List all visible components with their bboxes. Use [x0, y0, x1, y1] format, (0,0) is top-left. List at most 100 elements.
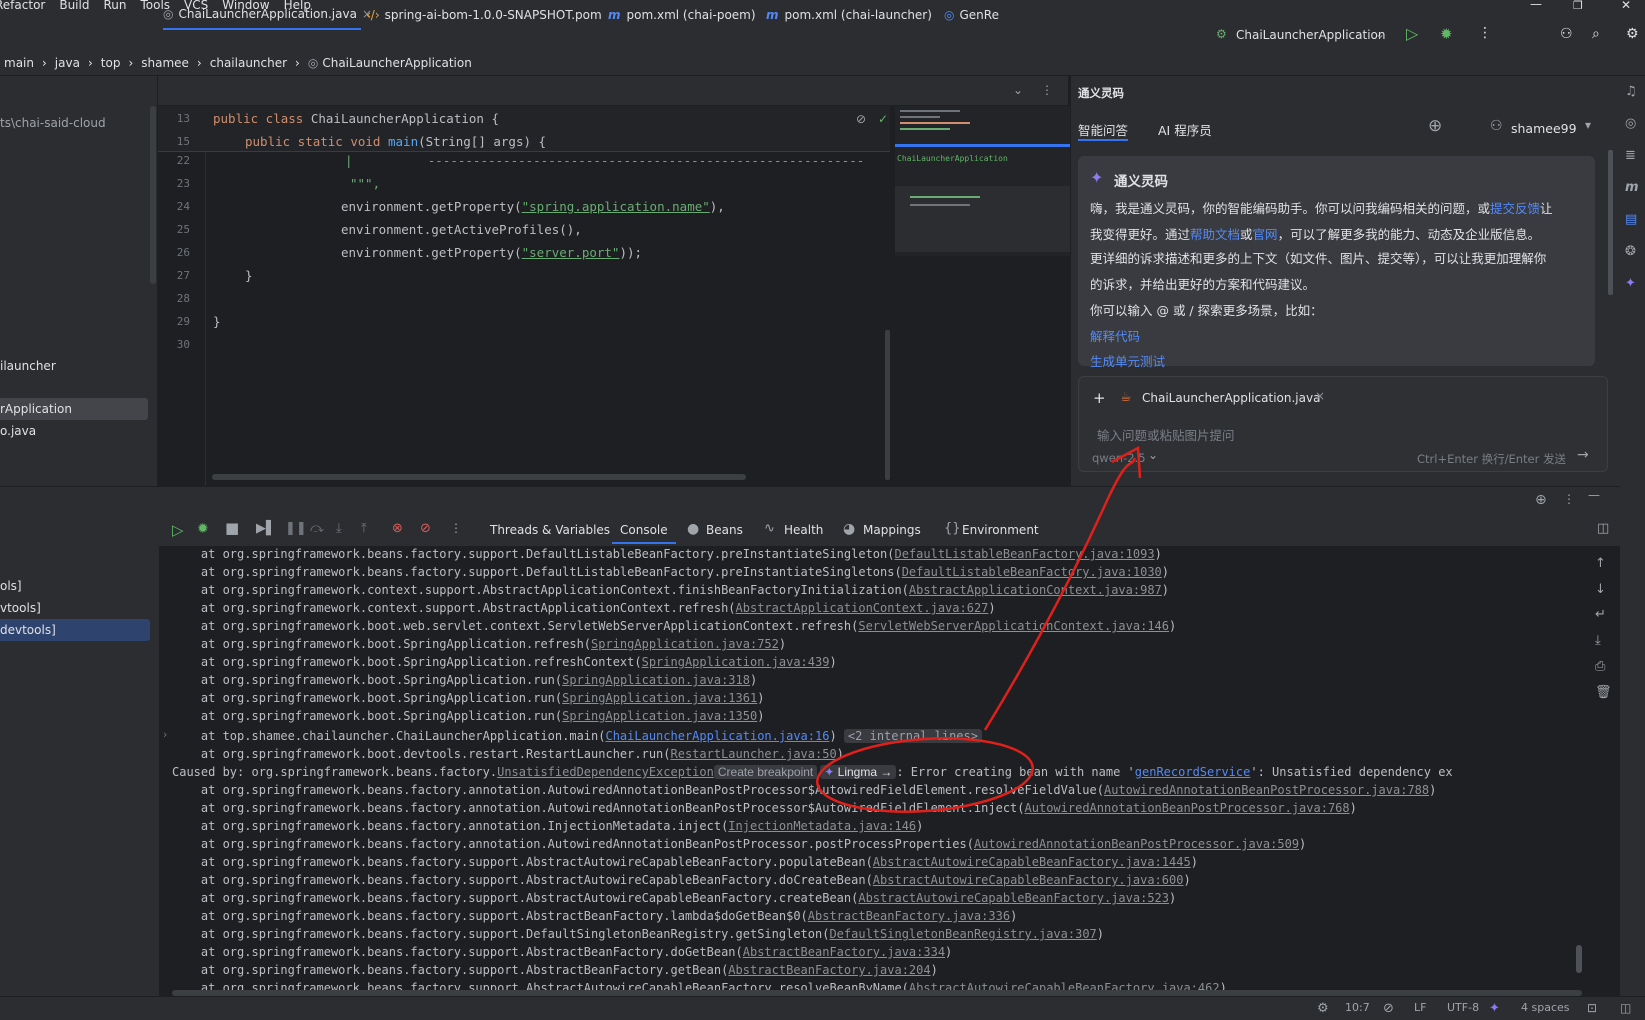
- tree-item-application[interactable]: rApplication: [0, 402, 72, 416]
- chevron-down-icon[interactable]: ⌄: [1148, 448, 1158, 462]
- suggestion-unit-test[interactable]: 生成单元测试: [1090, 351, 1165, 370]
- lingma-explain-button[interactable]: ✦ Lingma →: [820, 765, 897, 779]
- send-arrow-icon[interactable]: →: [1577, 447, 1589, 463]
- source-link[interactable]: SpringApplication.java:752: [591, 637, 779, 651]
- source-link[interactable]: ChaiLauncherApplication.java:16: [605, 729, 829, 743]
- tree-item-package[interactable]: ilauncher: [0, 359, 56, 373]
- step-into-icon[interactable]: ⤓: [336, 521, 342, 536]
- trash-icon[interactable]: 🗑: [1595, 685, 1612, 700]
- search-icon[interactable]: ⌕: [1592, 26, 1600, 42]
- create-breakpoint-button[interactable]: Create breakpoint: [713, 765, 818, 779]
- source-link[interactable]: InjectionMetadata.java:146: [728, 819, 916, 833]
- lingma-status-icon[interactable]: ✦: [1489, 1001, 1500, 1016]
- source-link[interactable]: AbstractApplicationContext.java:987: [909, 583, 1162, 597]
- site-link[interactable]: 官网: [1253, 227, 1278, 242]
- line-separator[interactable]: LF: [1414, 1001, 1426, 1014]
- tabs-dropdown-icon[interactable]: ⌄: [1013, 83, 1023, 97]
- maven-icon[interactable]: m: [1625, 180, 1639, 195]
- source-link[interactable]: RestartLauncher.java:50: [671, 747, 837, 761]
- user-add-icon[interactable]: ⚇: [1560, 26, 1573, 42]
- indent-setting[interactable]: 4 spaces: [1521, 1001, 1570, 1014]
- notifications-icon[interactable]: ♫: [1625, 84, 1637, 99]
- debug-bug-icon[interactable]: ✹: [1440, 25, 1453, 43]
- memory-indicator-icon[interactable]: ◫: [1620, 1001, 1631, 1015]
- docs-link[interactable]: 帮助文档: [1190, 227, 1240, 242]
- menu-refactor[interactable]: Refactor: [0, 0, 45, 12]
- tab-threads-variables[interactable]: Threads & Variables: [490, 523, 610, 537]
- source-link[interactable]: SpringApplication.java:439: [642, 655, 830, 669]
- breadcrumb-main[interactable]: main: [4, 56, 34, 70]
- source-link[interactable]: AbstractBeanFactory.java:204: [728, 963, 930, 977]
- ai-assistant-icon[interactable]: ◎: [1625, 116, 1636, 131]
- breadcrumb-java[interactable]: java: [55, 56, 80, 70]
- arrow-down-icon[interactable]: ↓: [1595, 582, 1606, 597]
- add-circle-icon[interactable]: ⊕: [1428, 116, 1442, 136]
- source-link[interactable]: AbstractBeanFactory.java:336: [808, 909, 1010, 923]
- gear-icon[interactable]: ⚙: [1317, 1001, 1329, 1016]
- tab-beans[interactable]: Beans: [706, 523, 743, 537]
- debug-session-item-selected[interactable]: devtools]: [0, 623, 56, 637]
- more-vertical-icon[interactable]: ⋮: [450, 521, 462, 535]
- tab-pom-chai-poem[interactable]: m pom.xml (chai-poem): [608, 0, 756, 30]
- rerun-debug-icon[interactable]: ✹: [197, 521, 209, 537]
- source-link[interactable]: AbstractAutowireCapableBeanFactory.java:…: [873, 873, 1184, 887]
- suggestion-explain-code[interactable]: 解释代码: [1090, 326, 1140, 345]
- tab-spring-ai-bom[interactable]: ‹/› spring-ai-bom-1.0.0-SNAPSHOT.pom: [366, 0, 602, 30]
- lock-icon[interactable]: ⊡: [1587, 1001, 1597, 1015]
- more-vertical-icon[interactable]: ⋮: [1041, 83, 1053, 97]
- pause-icon[interactable]: ❚❚: [285, 521, 307, 536]
- tab-pom-chai-launcher[interactable]: m pom.xml (chai-launcher): [766, 0, 932, 30]
- more-vertical-icon[interactable]: ⋮: [1478, 25, 1492, 41]
- minimize-panel-icon[interactable]: —: [1588, 488, 1600, 502]
- source-link[interactable]: SpringApplication.java:1361: [562, 691, 757, 705]
- view-breakpoints-icon[interactable]: ⊗: [392, 521, 403, 536]
- source-link[interactable]: AutowiredAnnotationBeanPostProcessor.jav…: [974, 837, 1299, 851]
- menu-run[interactable]: Run: [103, 0, 126, 12]
- source-link[interactable]: SpringApplication.java:1350: [562, 709, 757, 723]
- chevron-down-icon[interactable]: ⌄: [1375, 27, 1385, 41]
- close-window-button[interactable]: ✕: [1621, 0, 1631, 12]
- user-name[interactable]: shamee99: [1511, 121, 1577, 136]
- gear-icon[interactable]: ⚙: [1626, 26, 1639, 42]
- bean-name-link[interactable]: genRecordService: [1135, 765, 1251, 779]
- tree-item-root[interactable]: ts\chai-said-cloud: [0, 116, 106, 130]
- source-link[interactable]: AbstractAutowireCapableBeanFactory.java:…: [858, 891, 1169, 905]
- breadcrumb-shamee[interactable]: shamee: [141, 56, 189, 70]
- tab-health[interactable]: Health: [784, 523, 823, 537]
- ai-tab-qa[interactable]: 智能问答: [1078, 120, 1128, 139]
- document-icon[interactable]: ▤: [1625, 212, 1637, 227]
- reader-mode-icon[interactable]: ⊘: [856, 112, 866, 126]
- source-link[interactable]: SpringApplication.java:318: [562, 673, 750, 687]
- source-link[interactable]: ServletWebServerApplicationContext.java:…: [858, 619, 1169, 633]
- tab-environment[interactable]: Environment: [962, 523, 1039, 537]
- exception-link[interactable]: UnsatisfiedDependencyException: [497, 765, 714, 779]
- model-selector[interactable]: qwen-2.5: [1092, 451, 1146, 465]
- breadcrumb-class[interactable]: ChaiLauncherApplication: [322, 56, 472, 70]
- maximize-button[interactable]: ❐: [1573, 0, 1583, 12]
- debug-session-item[interactable]: vtools]: [0, 601, 41, 615]
- resume-icon[interactable]: ▷: [172, 521, 184, 539]
- source-link[interactable]: AbstractApplicationContext.java:627: [736, 601, 989, 615]
- source-link[interactable]: AbstractAutowireCapableBeanFactory.java:…: [873, 855, 1191, 869]
- debug-session-item[interactable]: ols]: [0, 579, 22, 593]
- minimize-button[interactable]: —: [1530, 0, 1542, 11]
- more-vertical-icon[interactable]: ⋮: [1563, 492, 1575, 506]
- tab-console[interactable]: Console: [620, 523, 668, 537]
- crosshair-icon[interactable]: ⊕: [1535, 492, 1547, 508]
- tree-item-java-file[interactable]: o.java: [0, 424, 36, 438]
- fold-chevron-icon[interactable]: ›: [163, 728, 167, 741]
- tab-mappings[interactable]: Mappings: [863, 523, 921, 537]
- feedback-link[interactable]: 提交反馈: [1490, 201, 1540, 216]
- plugin-icon[interactable]: ❂: [1625, 244, 1636, 259]
- layout-icon[interactable]: ◫: [1597, 521, 1609, 536]
- print-icon[interactable]: ⎙: [1595, 659, 1605, 674]
- breadcrumb-chailauncher[interactable]: chailauncher: [210, 56, 287, 70]
- project-scrollbar[interactable]: [150, 106, 156, 284]
- source-link[interactable]: DefaultListableBeanFactory.java:1093: [894, 547, 1154, 561]
- file-encoding[interactable]: UTF-8: [1447, 1001, 1479, 1014]
- inspection-off-icon[interactable]: ⊘: [1383, 1001, 1394, 1016]
- soft-wrap-icon[interactable]: ↵: [1595, 607, 1606, 622]
- menu-build[interactable]: Build: [59, 0, 89, 12]
- console-scrollbar[interactable]: [1576, 945, 1582, 973]
- context-file-chip[interactable]: ChaiLauncherApplication.java: [1142, 391, 1320, 405]
